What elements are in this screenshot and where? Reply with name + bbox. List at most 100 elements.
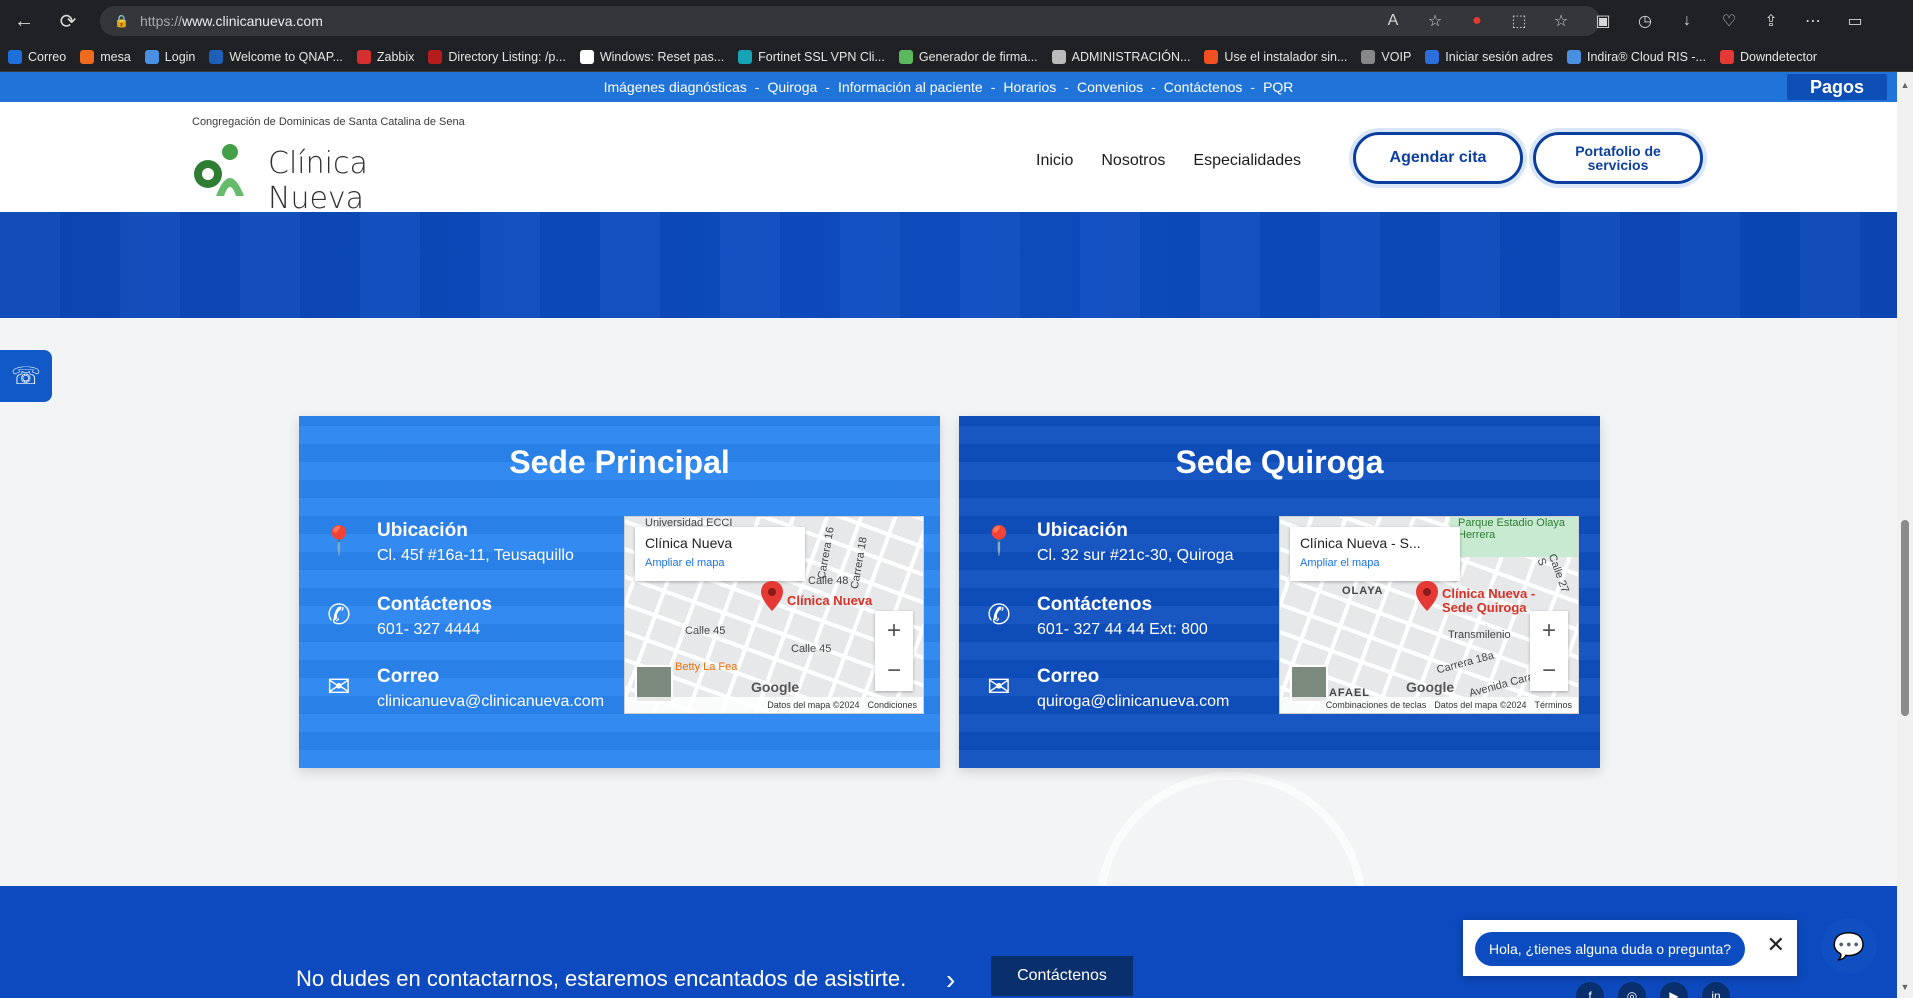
logo-text: Clínica Nueva [268,146,368,216]
bookmark-item[interactable]: mesa [80,49,131,64]
bookmark-item[interactable]: Zabbix [356,49,414,64]
scroll-down-icon[interactable]: ▼ [1900,982,1910,992]
extension-icon[interactable]: ● [1464,8,1490,34]
facebook-icon[interactable]: f [1576,982,1604,998]
bookmark-item[interactable]: Windows: Reset pas... [579,49,724,64]
contactenos-button[interactable]: Contáctenos [991,956,1133,996]
correo-row: ✉ Correo clinicanueva@clinicanueva.com [319,666,604,711]
map-title: Clínica Nueva - S... [1300,535,1421,551]
menu-inicio[interactable]: Inicio [1036,152,1073,170]
location-pin-icon: 📍 [981,524,1017,556]
phone-icon: ✆ [987,598,1011,630]
correo-value[interactable]: quiroga@clinicanueva.com [1037,693,1229,711]
instagram-icon[interactable]: ◎ [1618,982,1646,998]
mail-icon: ✉ [987,670,1011,702]
bookmark-label: Welcome to QNAP... [229,49,343,64]
map-title: Clínica Nueva [645,535,733,551]
portafolio-button[interactable]: Portafolio de servicios [1533,132,1703,184]
map-zoom-control: + − [875,611,913,691]
sidebar-icon[interactable]: ▭ [1842,8,1868,34]
bookmark-item[interactable]: ADMINISTRACIÓN... [1051,49,1190,64]
correo-row: ✉ Correo quiroga@clinicanueva.com [979,666,1229,711]
map-quiroga[interactable]: OLAYA Transmilenio RAFAEL Parque Estadio… [1279,516,1579,714]
bookmark-item[interactable]: Downdetector [1719,49,1818,64]
history-icon[interactable]: ◷ [1632,8,1658,34]
contacto-row: ✆ Contáctenos 601- 327 44 44 Ext: 800 [979,594,1208,639]
topnav-link[interactable]: Convenios [1077,79,1143,95]
sede-quiroga-card: Sede Quiroga 📍 Ubicación Cl. 32 sur #21c… [959,416,1600,768]
map-info-box: Clínica Nueva Ampliar el mapa [635,527,805,581]
bookmark-label: Downdetector [1739,49,1818,64]
menu-especialidades[interactable]: Especialidades [1193,152,1301,170]
map-pin-icon[interactable] [1416,581,1438,611]
zoom-in-icon[interactable]: + [875,611,913,651]
menu-nosotros[interactable]: Nosotros [1101,152,1165,170]
map-terms-link[interactable]: Condiciones [867,700,917,710]
close-icon[interactable]: ✕ [1767,932,1785,958]
scroll-up-icon[interactable]: ▲ [1900,80,1910,90]
bookmark-label: Correo [28,49,67,64]
zoom-out-icon[interactable]: − [1530,651,1568,691]
bookmark-item[interactable]: Use el instalador sin... [1204,49,1348,64]
back-icon[interactable]: ← [6,6,42,36]
topnav-link[interactable]: Quiroga [767,79,817,95]
page-scrollbar[interactable]: ▲ ▼ [1897,72,1913,998]
map-enlarge-link[interactable]: Ampliar el mapa [1300,557,1450,569]
collections-icon[interactable]: ▣ [1590,8,1616,34]
bookmark-item[interactable]: Login [144,49,196,64]
share-icon[interactable]: ⇪ [1758,8,1784,34]
download-icon[interactable]: ↓ [1674,8,1700,34]
topnav-link[interactable]: Imágenes diagnósticas [604,79,747,95]
topnav-link[interactable]: PQR [1263,79,1293,95]
pagos-button[interactable]: Pagos [1787,74,1887,100]
topnav-link[interactable]: Información al paciente [838,79,983,95]
address-bar[interactable]: 🔒 https:// www.clinicanueva.com [100,6,1600,36]
correo-value[interactable]: clinicanueva@clinicanueva.com [377,693,604,711]
bookmark-item[interactable]: Welcome to QNAP... [209,49,343,64]
logo-mark-icon [194,144,244,196]
reload-icon[interactable]: ⟳ [50,6,86,36]
topnav-link[interactable]: Contáctenos [1164,79,1243,95]
map-pin-icon[interactable] [761,581,783,611]
map-terms-link[interactable]: Términos [1534,700,1572,710]
map-principal[interactable]: Calle 45 Calle 45 Calle 48 Carrera 16 Ca… [624,516,924,714]
chat-icon[interactable]: 💬 [1821,918,1877,974]
bookmark-label: Use el instalador sin... [1224,49,1348,64]
bookmark-favicon-icon [1361,49,1376,64]
top-nav: Imágenes diagnósticas - Quiroga - Informació… [0,72,1897,102]
bookmark-label: Directory Listing: /p... [448,49,566,64]
linkedin-icon[interactable]: in [1702,982,1730,998]
read-aloud-icon[interactable]: A [1380,8,1406,34]
map-shortcuts-link[interactable]: Combinaciones de teclas [1326,700,1427,710]
bookmark-item[interactable]: Iniciar sesión adres [1425,49,1553,64]
agendar-cita-button[interactable]: Agendar cita [1353,132,1523,184]
scroll-thumb[interactable] [1901,520,1909,716]
bookmark-item[interactable]: Fortinet SSL VPN Cli... [738,49,885,64]
bookmark-label: Fortinet SSL VPN Cli... [758,49,885,64]
youtube-icon[interactable]: ▶ [1660,982,1688,998]
bookmark-item[interactable]: VOIP [1361,49,1411,64]
bookmark-item[interactable]: Directory Listing: /p... [428,49,566,64]
bookmark-item[interactable]: Indira® Cloud RIS -... [1566,49,1706,64]
chat-prompt[interactable]: Hola, ¿tienes alguna duda o pregunta? [1475,932,1745,966]
favorite-star-icon[interactable]: ☆ [1422,8,1448,34]
performance-icon[interactable]: ♡ [1716,8,1742,34]
zoom-in-icon[interactable]: + [1530,611,1568,651]
topnav-link[interactable]: Horarios [1003,79,1056,95]
nav-separator: - [825,79,830,95]
bookmark-label: Login [164,49,196,64]
more-icon[interactable]: ⋯ [1800,8,1826,34]
favorites-icon[interactable]: ☆ [1548,8,1574,34]
bookmark-item[interactable]: Correo [8,49,67,64]
bookmark-favicon-icon [80,49,95,64]
social-links: f ◎ ▶ in [1576,982,1730,998]
logo[interactable]: Congregación de Dominicas de Santa Catal… [192,116,465,216]
contacto-label: Contáctenos [1037,594,1153,615]
accessibility-icon[interactable]: ☏ [0,350,52,402]
zoom-out-icon[interactable]: − [875,651,913,691]
extensions-icon[interactable]: ⬚ [1506,8,1532,34]
bookmark-item[interactable]: Generador de firma... [898,49,1038,64]
map-enlarge-link[interactable]: Ampliar el mapa [645,557,795,569]
page-viewport: Imágenes diagnósticas - Quiroga - Informació… [0,72,1897,998]
ubicacion-value: Cl. 45f #16a-11, Teusaquillo [377,547,574,564]
